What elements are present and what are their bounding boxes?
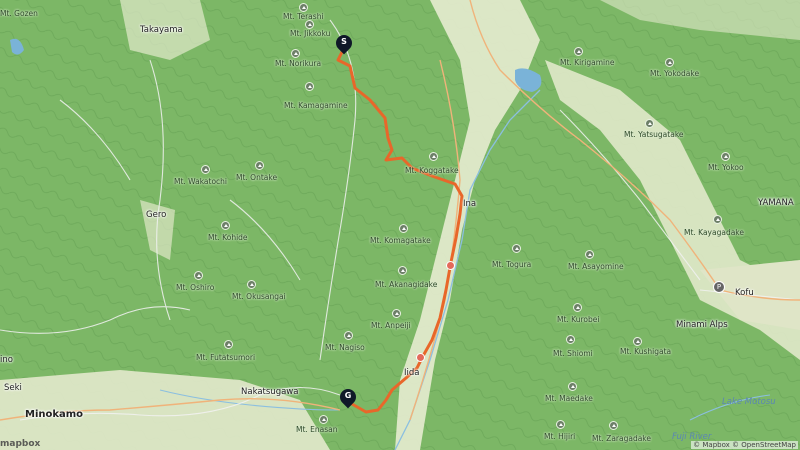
peak-icon: [194, 271, 203, 280]
place-label: Gero: [146, 210, 167, 220]
road-shield-icon: [446, 261, 455, 270]
map-attribution[interactable]: © Mapbox © OpenStreetMap: [691, 441, 798, 449]
mapbox-logo[interactable]: mapbox: [0, 439, 40, 449]
peak-icon: [221, 221, 230, 230]
peak-icon: [224, 340, 233, 349]
place-label: Minokamo: [25, 409, 84, 420]
peak-label: Mt. Hijiri: [544, 432, 576, 441]
peak-label: Mt. Futatsumori: [196, 353, 256, 362]
place-label: Iida: [404, 368, 420, 378]
peak-icon: [566, 335, 575, 344]
peak-label: Mt. Anpeiji: [371, 321, 411, 330]
peak-icon: [201, 165, 210, 174]
place-label: Nakatsugawa: [241, 387, 299, 397]
peak-label: Mt. Terashi: [283, 12, 324, 21]
peak-label: Mt. Kirigamine: [560, 58, 615, 67]
peak-icon: [573, 303, 582, 312]
start-marker-label: S: [341, 37, 347, 46]
peak-icon: [512, 244, 521, 253]
peak-label: Mt. Kushigata: [620, 347, 672, 356]
peak-label: Mt. Kamagamine: [284, 101, 348, 110]
peak-label: Mt. Okusangai: [232, 292, 286, 301]
peak-label: Mt. Togura: [492, 260, 532, 269]
peak-label: Mt. Wakatochi: [174, 177, 228, 186]
goal-marker[interactable]: G: [336, 385, 360, 409]
place-label: Lake Motosu: [722, 397, 776, 407]
peak-icon: [399, 224, 408, 233]
peak-icon: [398, 266, 407, 275]
place-label: Ina: [463, 199, 477, 209]
peak-icon: [574, 47, 583, 56]
peak-label: Mt. Kayagadake: [684, 228, 744, 237]
peak-icon: [344, 331, 353, 340]
peak-label: Mt. Jikkoku: [290, 29, 331, 38]
peak-icon: [305, 82, 314, 91]
peak-label: Mt. Akanagidake: [375, 280, 438, 289]
peak-label: Mt. Komagatake: [370, 236, 431, 245]
place-label: ino: [0, 355, 13, 365]
place-label: YAMANA: [758, 198, 794, 208]
peak-label: Mt. Yokodake: [650, 69, 700, 78]
peak-icon: [585, 250, 594, 259]
peak-label: Mt. Yatsugatake: [624, 130, 684, 139]
peak-label: Mt. Norikura: [275, 59, 322, 68]
place-label: Kofu: [735, 288, 754, 298]
map-canvas[interactable]: Mt. Terashi Mt. Jikkoku Mt. Norikura Mt.…: [0, 0, 800, 450]
start-marker[interactable]: S: [332, 31, 356, 55]
peak-icon: [392, 309, 401, 318]
peak-icon: [721, 152, 730, 161]
peak-label: Mt. Shiomi: [553, 349, 593, 358]
peak-label: Mt. Yokoo: [708, 163, 744, 172]
peak-label: Mt. Gozen: [0, 9, 38, 18]
peak-label: Mt. Ontake: [236, 173, 278, 182]
peak-icon: [609, 421, 618, 430]
parking-icon: P: [713, 281, 725, 293]
peak-label: Mt. Oshiro: [176, 283, 215, 292]
peak-label: Mt. Koggatake: [405, 166, 459, 175]
road-shield-icon: [416, 353, 425, 362]
peak-icon: [633, 337, 642, 346]
peak-label: Mt. Asayomine: [568, 262, 624, 271]
peak-label: Mt. Enasan: [296, 425, 338, 434]
peak-label: Mt. Kohide: [208, 233, 248, 242]
peak-icon: [568, 382, 577, 391]
goal-marker-label: G: [344, 391, 352, 400]
peak-icon: [305, 20, 314, 29]
place-label: Takayama: [140, 25, 183, 35]
peak-icon: [665, 58, 674, 67]
peak-icon: [299, 3, 308, 12]
place-label: Minami Alps: [676, 320, 728, 330]
peak-icon: [429, 152, 438, 161]
peak-label: Mt. Maedake: [545, 394, 593, 403]
peak-icon: [247, 280, 256, 289]
peak-icon: [645, 119, 654, 128]
peak-icon: [291, 49, 300, 58]
peak-icon: [319, 415, 328, 424]
peak-icon: [556, 420, 565, 429]
place-label: Seki: [4, 383, 22, 393]
peak-label: Mt. Zaragadake: [592, 434, 651, 443]
peak-icon: [713, 215, 722, 224]
peak-label: Mt. Kurobei: [557, 315, 600, 324]
peak-label: Mt. Nagiso: [325, 343, 365, 352]
peak-icon: [255, 161, 264, 170]
